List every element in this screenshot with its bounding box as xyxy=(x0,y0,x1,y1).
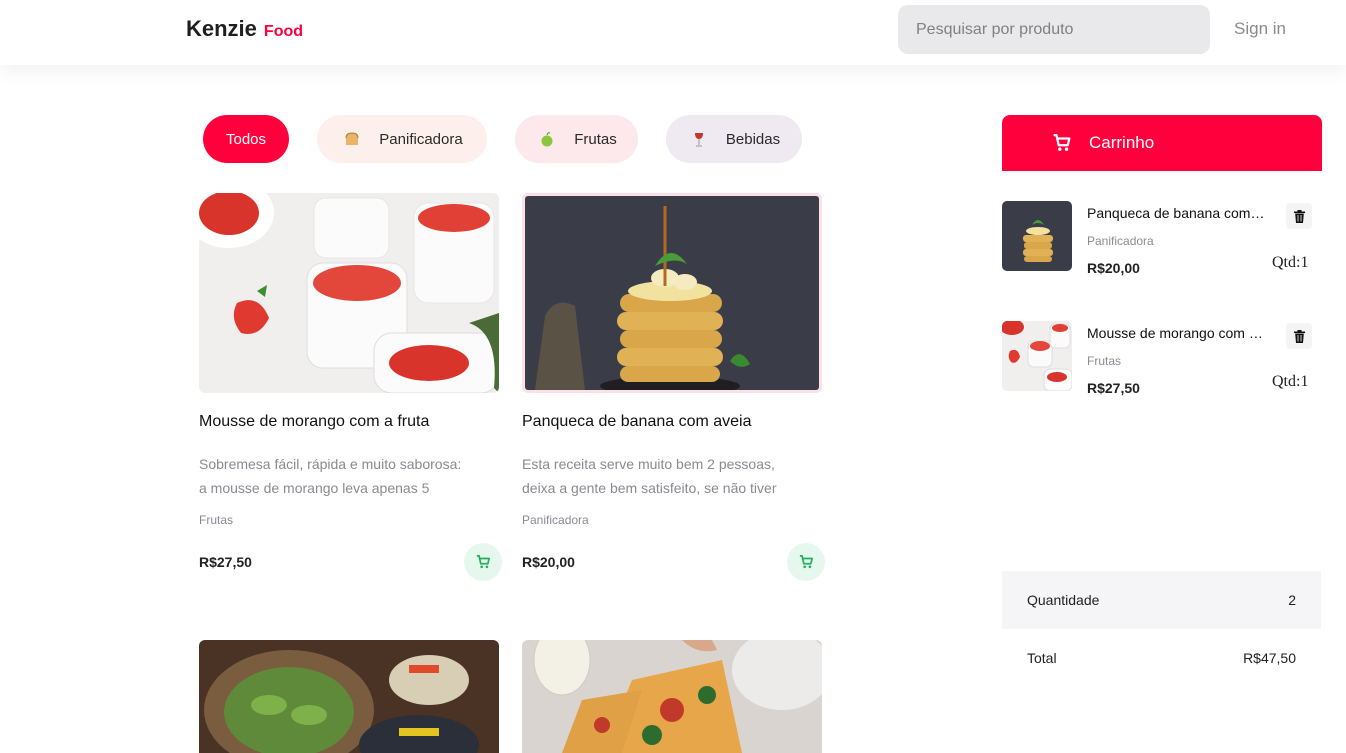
cart-item-image xyxy=(1002,201,1072,271)
product-image-mousse xyxy=(199,193,499,393)
product-description-line: deixa a gente bem satisfeito, se não tiv… xyxy=(522,480,777,496)
category-pill-todos[interactable]: Todos xyxy=(203,115,289,163)
search-box[interactable] xyxy=(898,5,1210,54)
cart-item-quantity: Qtd:1 xyxy=(1272,254,1309,271)
product-description: Esta receita serve muito bem 2 pessoas, … xyxy=(522,452,832,500)
trash-icon xyxy=(1293,209,1305,223)
product-title: Mousse de morango com a fruta xyxy=(199,413,430,430)
cart-icon xyxy=(1052,134,1071,152)
product-category: Panificadora xyxy=(522,513,589,527)
product-description-line: a mousse de morango leva apenas 5 xyxy=(199,480,430,496)
cart-item-price: R$20,00 xyxy=(1087,260,1140,276)
category-label: Frutas xyxy=(574,130,617,148)
trash-icon xyxy=(1293,329,1305,343)
category-label: Bebidas xyxy=(725,130,781,148)
cart-item-category: Frutas xyxy=(1087,354,1122,368)
brand-logo[interactable]: Kenzie Food xyxy=(186,16,303,42)
product-image-dumplings xyxy=(199,640,499,753)
category-label: Panificadora xyxy=(379,130,463,148)
product-price: R$20,00 xyxy=(522,554,575,570)
product-title: Panqueca de banana com aveia xyxy=(522,413,752,430)
brand-main-text: Kenzie xyxy=(186,16,257,41)
product-description-line: Sobremesa fácil, rápida e muito saborosa… xyxy=(199,456,462,472)
cart-item-name: Panqueca de banana com aveia xyxy=(1087,205,1267,221)
cart-item-image xyxy=(1002,321,1072,391)
cart-item-category: Panificadora xyxy=(1087,234,1154,248)
brand-sub-text: Food xyxy=(263,23,304,40)
bread-icon xyxy=(341,128,363,150)
cart-quantity-row: Quantidade 2 xyxy=(1002,571,1321,629)
wine-icon xyxy=(688,128,710,150)
add-cart-icon xyxy=(476,555,490,569)
cart-title: Carrinho xyxy=(1089,133,1155,152)
sign-in-link[interactable]: Sign in xyxy=(1234,19,1286,39)
total-value: R$47,50 xyxy=(1243,650,1296,666)
remove-item-button[interactable] xyxy=(1286,323,1312,349)
category-pill-frutas[interactable]: Frutas xyxy=(515,115,638,163)
category-pill-bebidas[interactable]: Bebidas xyxy=(666,115,802,163)
product-price: R$27,50 xyxy=(199,554,252,570)
apple-icon xyxy=(536,128,558,150)
product-description-line: Esta receita serve muito bem 2 pessoas, xyxy=(522,456,775,472)
search-input[interactable] xyxy=(916,20,1196,39)
cart-item-name: Mousse de morango com a fruta xyxy=(1087,325,1267,341)
category-label: Todos xyxy=(225,130,267,148)
cart-item-quantity: Qtd:1 xyxy=(1272,373,1309,390)
add-to-cart-button[interactable] xyxy=(464,543,502,581)
remove-item-button[interactable] xyxy=(1286,203,1312,229)
quantity-label: Quantidade xyxy=(1027,592,1100,608)
cart-item-price: R$27,50 xyxy=(1087,380,1140,396)
add-cart-icon xyxy=(799,555,813,569)
total-label: Total xyxy=(1027,650,1057,666)
category-pill-panificadora[interactable]: Panificadora xyxy=(317,115,487,163)
cart-total-row: Total R$47,50 xyxy=(1002,629,1321,687)
product-category: Frutas xyxy=(199,513,234,527)
product-description: Sobremesa fácil, rápida e muito saborosa… xyxy=(199,452,509,500)
product-image-pizza xyxy=(522,640,822,753)
product-image-panqueca xyxy=(522,193,822,393)
add-to-cart-button[interactable] xyxy=(787,543,825,581)
cart-header: Carrinho xyxy=(1002,115,1322,171)
top-header: Kenzie Food Sign in xyxy=(0,0,1346,65)
quantity-value: 2 xyxy=(1288,592,1296,608)
